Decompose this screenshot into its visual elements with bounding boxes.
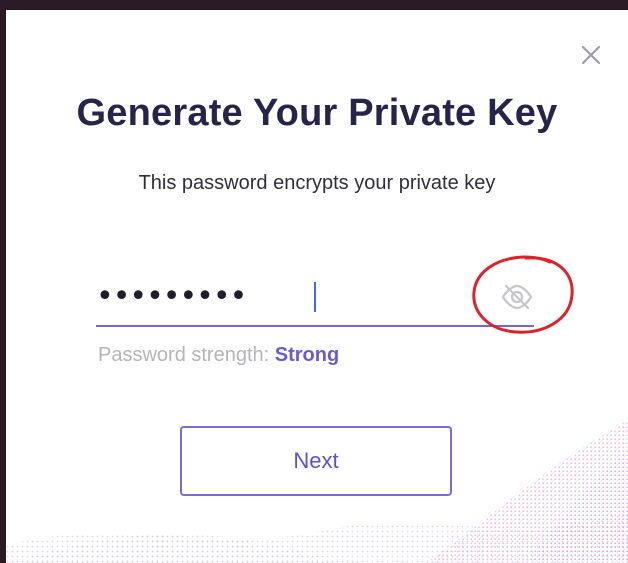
password-field-row	[96, 270, 534, 327]
screen: Generate Your Private Key This password …	[0, 0, 628, 563]
toggle-password-visibility-button[interactable]	[500, 282, 534, 312]
next-button-label: Next	[293, 448, 339, 473]
close-icon	[582, 46, 600, 64]
modal-title: Generate Your Private Key	[76, 92, 558, 134]
close-button[interactable]	[578, 42, 604, 68]
modal-subtitle: This password encrypts your private key	[138, 172, 496, 194]
strength-label: Password strength:	[98, 344, 270, 366]
password-underline	[96, 325, 534, 327]
eye-off-icon	[501, 284, 533, 310]
text-caret	[314, 282, 316, 312]
password-strength: Password strength: Strong	[98, 344, 339, 367]
generate-key-modal: Generate Your Private Key This password …	[6, 10, 628, 563]
strength-value: Strong	[274, 344, 340, 366]
password-input[interactable]	[96, 270, 456, 322]
next-button[interactable]: Next	[180, 426, 452, 496]
